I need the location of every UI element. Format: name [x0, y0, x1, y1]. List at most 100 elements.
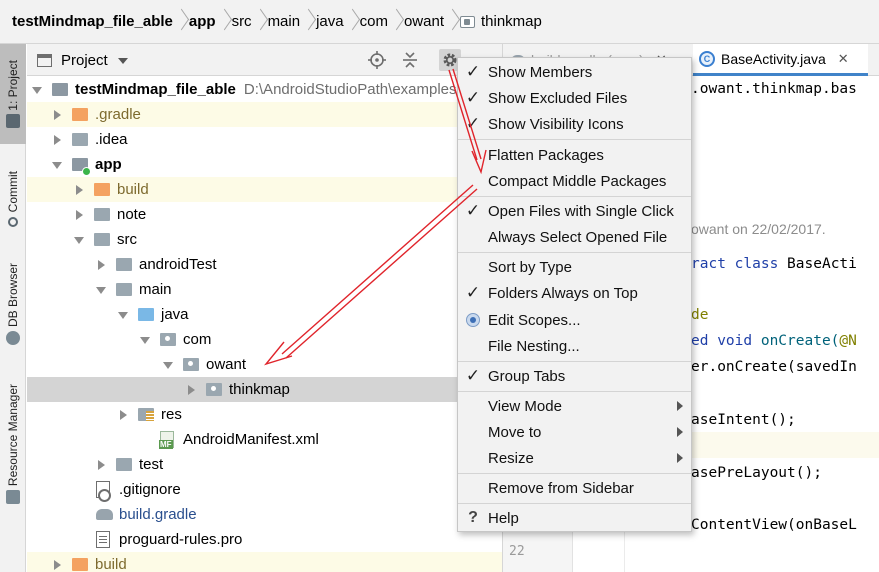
tool-tab-commit[interactable]: Commit: [0, 154, 26, 244]
expand-arrow-icon[interactable]: [73, 234, 85, 246]
menu-item-label: Resize: [488, 449, 534, 467]
menu-separator: [458, 391, 691, 392]
tool-tab-db-browser[interactable]: DB Browser: [0, 254, 26, 354]
menu-item-folders-on-top[interactable]: ✓ Folders Always on Top: [458, 280, 691, 306]
chevron-down-icon: [117, 57, 128, 64]
tool-tab-project[interactable]: 1: Project: [0, 44, 26, 144]
tree-row-thinkmap[interactable]: thinkmap: [27, 377, 502, 402]
expand-arrow-icon[interactable]: [185, 384, 197, 396]
project-view-selector[interactable]: Project: [37, 52, 128, 69]
tree-row-root[interactable]: testMindmap_file_able D:\AndroidStudioPa…: [27, 77, 502, 102]
tree-row-androidtest[interactable]: androidTest: [27, 252, 502, 277]
menu-item-edit-scopes[interactable]: Edit Scopes...: [458, 307, 691, 333]
menu-item-label: Show Visibility Icons: [488, 115, 624, 133]
menu-item-resize[interactable]: Resize: [458, 445, 691, 471]
tree-row-root-build[interactable]: build: [27, 552, 502, 572]
breadcrumb-owant[interactable]: owant: [404, 0, 444, 44]
menu-item-label: Show Members: [488, 63, 593, 81]
menu-item-sort-by-type[interactable]: Sort by Type: [458, 254, 691, 280]
menu-item-help[interactable]: ? Help: [458, 505, 691, 531]
resource-icon: [6, 490, 20, 505]
package-icon: [206, 383, 222, 396]
tree-row-gitignore[interactable]: .gitignore: [27, 477, 502, 502]
breadcrumb-main[interactable]: main: [268, 0, 301, 44]
close-icon[interactable]: ✕: [838, 51, 849, 67]
expand-arrow-icon[interactable]: [31, 84, 43, 96]
line-number: 22: [509, 544, 525, 559]
tree-row-main[interactable]: main: [27, 277, 502, 302]
menu-item-show-visibility-icons[interactable]: ✓ Show Visibility Icons: [458, 111, 691, 137]
breadcrumb-java[interactable]: java: [316, 0, 344, 44]
tree-row-label: thinkmap: [229, 381, 290, 398]
expand-arrow-icon[interactable]: [51, 134, 63, 146]
tree-row-res[interactable]: res: [27, 402, 502, 427]
menu-item-show-members[interactable]: ✓ Show Members: [458, 59, 691, 85]
tree-row-com[interactable]: com: [27, 327, 502, 352]
tree-row-java[interactable]: java: [27, 302, 502, 327]
breadcrumb-project[interactable]: testMindmap_file_able: [12, 0, 173, 44]
project-panel: Project testMindmap_file_able D:\Android…: [27, 44, 502, 572]
breadcrumb: testMindmap_file_able app src main java …: [0, 0, 879, 44]
tree-row-gradle[interactable]: .gradle: [27, 102, 502, 127]
expand-arrow-icon[interactable]: [95, 284, 107, 296]
expand-arrow-icon[interactable]: [51, 109, 63, 121]
tree-row-src[interactable]: src: [27, 227, 502, 252]
menu-item-label: Compact Middle Packages: [488, 172, 667, 190]
menu-item-label: Always Select Opened File: [488, 228, 668, 246]
breadcrumb-thinkmap[interactable]: thinkmap: [459, 0, 542, 44]
tree-row-manifest[interactable]: AndroidManifest.xml: [27, 427, 502, 452]
gradle-icon: [96, 509, 113, 520]
expand-arrow-icon[interactable]: [51, 559, 63, 571]
menu-item-group-tabs[interactable]: ✓ Group Tabs: [458, 363, 691, 389]
tree-row-note[interactable]: note: [27, 202, 502, 227]
code-class-line: ract class BaseActi: [691, 256, 857, 272]
expand-arrow-icon[interactable]: [162, 359, 174, 371]
breadcrumb-src[interactable]: src: [232, 0, 252, 44]
project-folder-icon: [52, 83, 68, 96]
menu-item-file-nesting[interactable]: File Nesting...: [458, 333, 691, 359]
code-line: aseIntent();: [691, 412, 796, 428]
tree-row-owant[interactable]: owant: [27, 352, 502, 377]
menu-item-flatten-packages[interactable]: Flatten Packages: [458, 142, 691, 168]
text-file-icon: [96, 531, 110, 548]
breadcrumb-app[interactable]: app: [189, 0, 216, 44]
folder-icon: [94, 233, 110, 246]
collapse-all-button[interactable]: [399, 49, 421, 71]
folder-icon: [116, 458, 132, 471]
menu-item-show-excluded-files[interactable]: ✓ Show Excluded Files: [458, 85, 691, 111]
menu-item-remove-from-sidebar[interactable]: Remove from Sidebar: [458, 475, 691, 501]
tree-row-proguard[interactable]: proguard-rules.pro: [27, 527, 502, 552]
tree-row-label: build.gradle: [119, 506, 197, 523]
expand-arrow-icon[interactable]: [117, 309, 129, 321]
locate-button[interactable]: [366, 49, 388, 71]
breadcrumb-separator: [173, 0, 189, 44]
menu-item-always-select-opened[interactable]: Always Select Opened File: [458, 224, 691, 250]
expand-arrow-icon[interactable]: [73, 184, 85, 196]
expand-arrow-icon[interactable]: [117, 409, 129, 421]
tool-tab-resource-manager[interactable]: Resource Manager: [0, 374, 26, 514]
tree-row-label: main: [139, 281, 172, 298]
expand-arrow-icon[interactable]: [95, 259, 107, 271]
menu-separator: [458, 196, 691, 197]
menu-item-open-single-click[interactable]: ✓ Open Files with Single Click: [458, 198, 691, 224]
tree-row-build-gradle[interactable]: build.gradle: [27, 502, 502, 527]
checkmark-icon: ✓: [465, 114, 481, 133]
expand-arrow-icon[interactable]: [95, 459, 107, 471]
tree-row-idea[interactable]: .idea: [27, 127, 502, 152]
menu-item-move-to[interactable]: Move to: [458, 419, 691, 445]
tab-base-activity[interactable]: C BaseActivity.java ✕: [693, 44, 868, 76]
tree-row-build[interactable]: build: [27, 177, 502, 202]
tree-row-app[interactable]: app: [27, 152, 502, 177]
tree-row-label: .idea: [95, 131, 128, 148]
menu-item-label: Show Excluded Files: [488, 89, 628, 107]
menu-item-compact-middle-packages[interactable]: Compact Middle Packages: [458, 168, 691, 194]
breadcrumb-com[interactable]: com: [360, 0, 388, 44]
tool-tab-resource-label: Resource Manager: [6, 383, 20, 487]
tree-row-label: owant: [206, 356, 247, 373]
menu-item-label: Open Files with Single Click: [488, 202, 674, 220]
expand-arrow-icon[interactable]: [51, 159, 63, 171]
menu-item-view-mode[interactable]: View Mode: [458, 393, 691, 419]
expand-arrow-icon[interactable]: [139, 334, 151, 346]
expand-arrow-icon[interactable]: [73, 209, 85, 221]
tree-row-test[interactable]: test: [27, 452, 502, 477]
